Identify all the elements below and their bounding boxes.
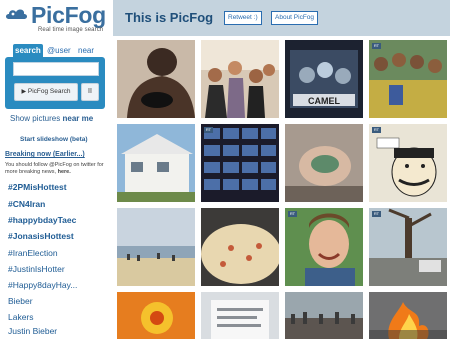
orange-art-image (117, 292, 195, 339)
fog-cloud-icon (6, 9, 27, 19)
retweet-badge: RT (372, 43, 381, 49)
thumbnail-camel-poster[interactable]: CAMEL (285, 40, 363, 118)
smiling-man-image (285, 208, 363, 286)
trend-item[interactable]: #IranElection (8, 248, 58, 258)
house-image (117, 124, 195, 202)
trend-item[interactable]: Lakers (8, 312, 34, 322)
follow-notice: You should follow @PicFog on twitter for… (5, 162, 109, 176)
breaking-now-link[interactable]: Breaking now (Earlier...) (5, 151, 85, 158)
hand-image (285, 124, 363, 202)
tab-near[interactable]: near (76, 44, 96, 57)
group-party-image (201, 40, 279, 118)
trend-item[interactable]: #happybdayTaec (8, 215, 76, 225)
search-input[interactable] (13, 62, 99, 76)
thumbnail-comic[interactable]: RT (369, 124, 447, 202)
thumbnail-group-party[interactable] (201, 40, 279, 118)
paper-doc-image (201, 292, 279, 339)
logo[interactable]: PicFog Real time image search (4, 2, 112, 36)
play-icon: ▶ (21, 89, 27, 95)
camel-poster-image: CAMEL (285, 40, 363, 118)
trend-item[interactable]: Bieber (8, 296, 33, 306)
brand-tagline: Real time image search (38, 27, 104, 33)
crowd-group-image (369, 40, 447, 118)
pause-icon: II (88, 88, 92, 95)
fire-car-image (369, 292, 447, 339)
thumbnail-video-grid[interactable]: RT (201, 124, 279, 202)
brand-name: PicFog (31, 2, 106, 28)
comic-image (369, 124, 447, 202)
person-image (117, 40, 195, 118)
thumbnail-street-tree[interactable]: RT (369, 208, 447, 286)
retweet-badge: RT (288, 211, 297, 217)
retweet-badge: RT (372, 127, 381, 133)
image-grid: CAMEL RT RT RT RT RT (117, 40, 450, 339)
search-button-label: PicFog Search (27, 88, 71, 95)
thumbnail-smiling-man[interactable]: RT (285, 208, 363, 286)
trend-item[interactable]: #CN4Iran (8, 199, 45, 209)
thumbnail-paper-doc[interactable] (201, 292, 279, 339)
search-panel: ▶ PicFog Search II (5, 57, 105, 109)
thumbnail-crowd-group[interactable]: RT (369, 40, 447, 118)
trend-item[interactable]: Justin Bieber (8, 326, 57, 336)
thumbnail-person[interactable] (117, 40, 195, 118)
thumbnail-fire-car[interactable] (369, 292, 447, 339)
page-title: This is PicFog (125, 10, 214, 25)
video-grid-image (201, 124, 279, 202)
street-tree-image (369, 208, 447, 286)
sidebar: PicFog Real time image search search @us… (0, 0, 113, 339)
show-pictures-prefix: Show pictures (10, 114, 61, 123)
retweet-button[interactable]: Retweet :) (224, 11, 262, 25)
follow-here-link[interactable]: here. (58, 169, 71, 175)
thumbnail-orange-art[interactable] (117, 292, 195, 339)
near-me-link[interactable]: near me (62, 114, 93, 123)
header-bar: This is PicFog Retweet :) About PicFog (113, 0, 450, 36)
pizza-image (201, 208, 279, 286)
follow-text: You should follow @PicFog on twitter for… (5, 162, 104, 175)
retweet-badge: RT (372, 211, 381, 217)
about-button[interactable]: About PicFog (271, 11, 319, 25)
thumbnail-pizza[interactable] (201, 208, 279, 286)
trend-item[interactable]: #2PMisHottest (8, 182, 67, 192)
start-slideshow-link[interactable]: Start slideshow (beta) (20, 136, 88, 143)
retweet-badge: RT (204, 127, 213, 133)
tab-user[interactable]: @user (45, 44, 73, 57)
trend-item[interactable]: #JonasisHottest (8, 231, 74, 241)
trend-item[interactable]: #Happy8dayHay... (8, 280, 77, 290)
beach-image (117, 208, 195, 286)
thumbnail-beach[interactable] (117, 208, 195, 286)
thumbnail-crowd-street[interactable] (285, 292, 363, 339)
tab-search[interactable]: search (13, 44, 43, 57)
search-button[interactable]: ▶ PicFog Search (14, 83, 78, 101)
svg-text:CAMEL: CAMEL (308, 96, 340, 106)
trend-item[interactable]: #JustinIsHotter (8, 264, 65, 274)
crowd-street-image (285, 292, 363, 339)
pause-button[interactable]: II (81, 83, 99, 101)
show-pictures-near-me[interactable]: Show pictures near me (10, 114, 93, 123)
thumbnail-house[interactable] (117, 124, 195, 202)
thumbnail-hand[interactable] (285, 124, 363, 202)
